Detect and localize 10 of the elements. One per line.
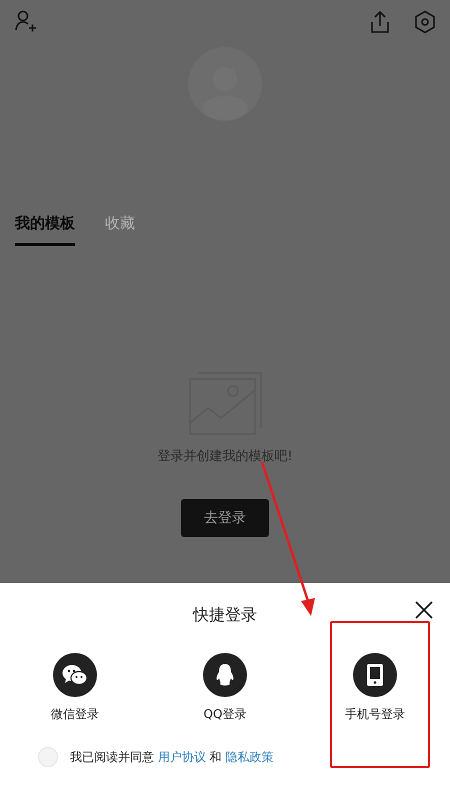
- policy-link[interactable]: 用户协议: [158, 750, 206, 764]
- agreement-text: 我已阅读并同意 用户协议 和 隐私政策: [70, 749, 274, 766]
- policy-link[interactable]: 隐私政策: [225, 750, 274, 764]
- login-button[interactable]: 去登录: [181, 499, 269, 537]
- sheet-title: 快捷登录: [193, 604, 257, 626]
- login-option[interactable]: QQ登录: [203, 653, 247, 723]
- login-option[interactable]: 手机号登录: [345, 653, 405, 723]
- empty-message: 登录并创建我的模板吧!: [157, 448, 293, 466]
- login-option[interactable]: 微信登录: [51, 653, 99, 723]
- tab[interactable]: 我的模板: [15, 212, 75, 246]
